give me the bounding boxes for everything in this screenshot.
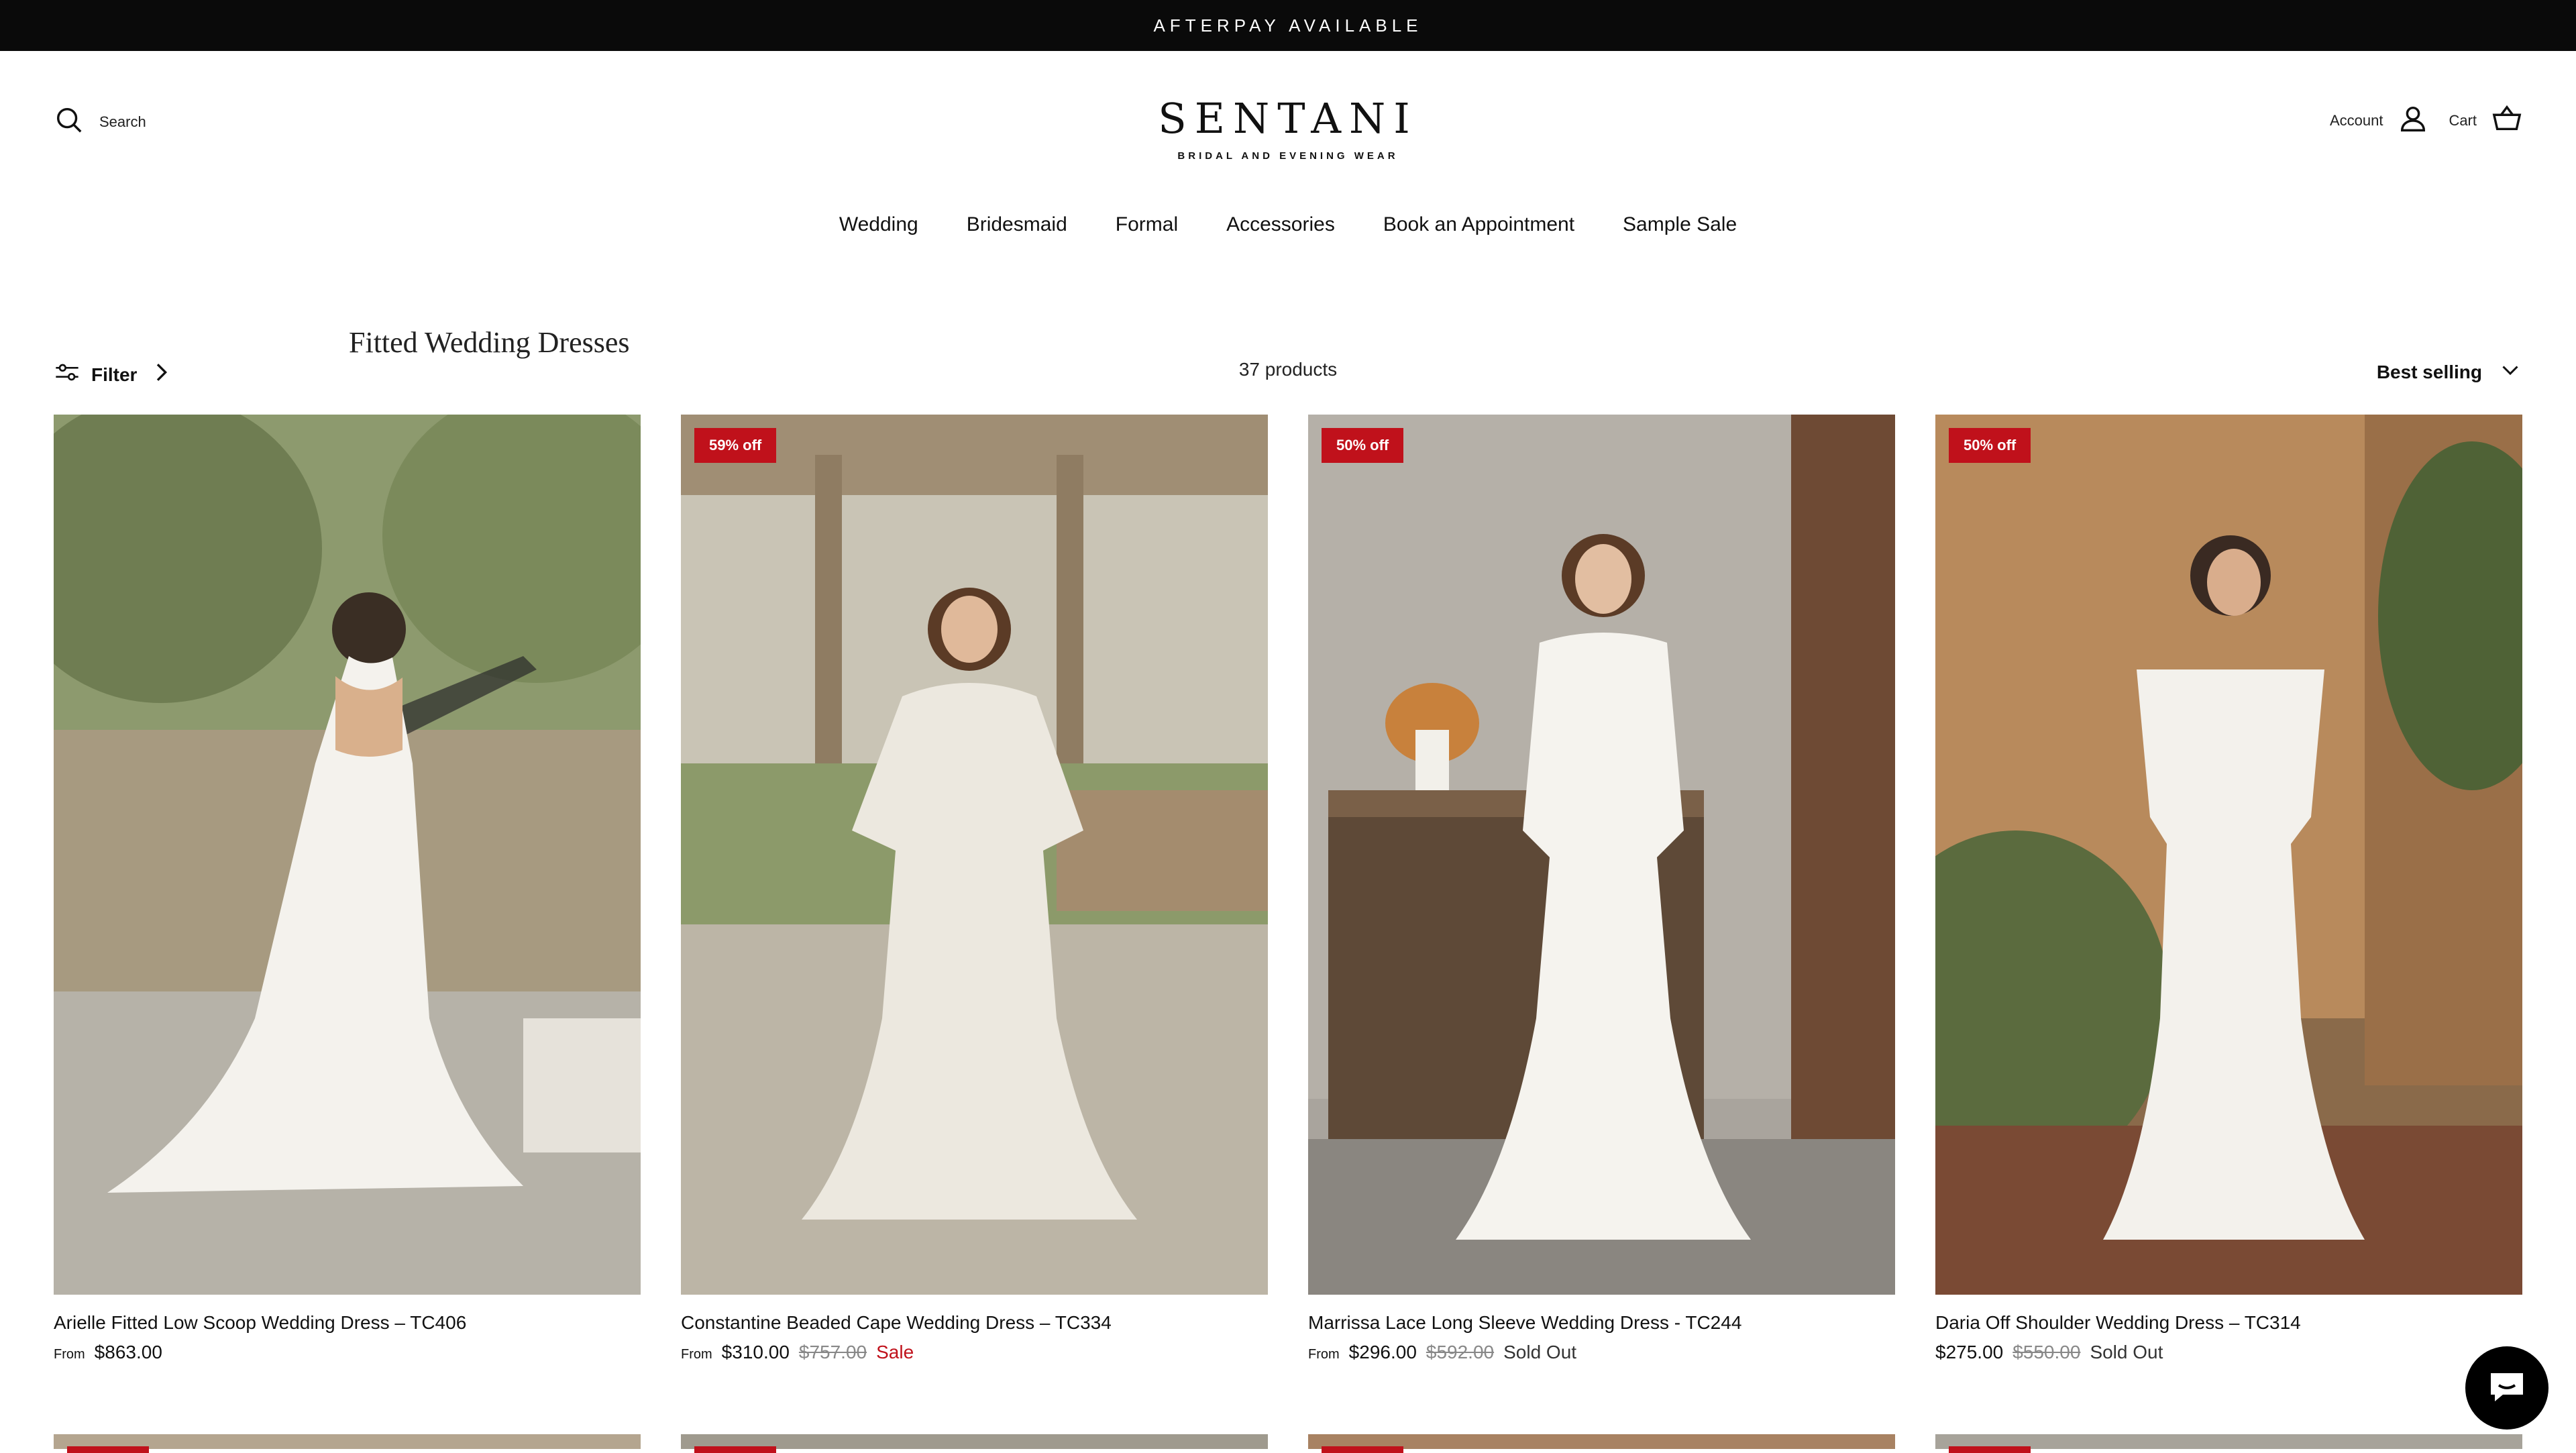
nav-bridesmaid[interactable]: Bridesmaid [967,213,1067,236]
product-photo-arielle [54,415,641,1295]
product-grid: Arielle Fitted Low Scoop Wedding Dress –… [54,415,2522,1363]
chevron-down-icon [2498,358,2522,386]
nav-wedding[interactable]: Wedding [839,213,918,236]
price-compare: $550.00 [2012,1342,2081,1362]
sold-out-label: Sold Out [1503,1342,1577,1362]
main-nav: Wedding Bridesmaid Formal Accessories Bo… [0,213,2576,236]
discount-badge [67,1446,149,1453]
price-from: From [681,1347,712,1362]
sale-label: Sale [876,1342,914,1362]
product-card[interactable]: Arielle Fitted Low Scoop Wedding Dress –… [54,415,641,1363]
nav-formal[interactable]: Formal [1116,213,1178,236]
discount-badge [694,1446,776,1453]
product-name[interactable]: Constantine Beaded Cape Wedding Dress – … [681,1312,1268,1334]
price-compare: $592.00 [1426,1342,1495,1362]
logo-tagline: BRIDAL AND EVENING WEAR [1177,150,1399,162]
product-price: $275.00 $550.00 Sold Out [1935,1342,2522,1363]
price-from: From [1308,1347,1340,1362]
discount-badge [1949,1446,2031,1453]
product-price: From $310.00 $757.00 Sale [681,1342,1268,1363]
discount-badge: 50% off [1322,428,1404,463]
cart-link[interactable]: Cart [2449,103,2522,138]
site-header: Search SENTANI BRIDAL AND EVENING WEAR A… [0,51,2576,192]
sort-label: Best selling [2376,361,2482,382]
nav-accessories[interactable]: Accessories [1226,213,1335,236]
product-photo-daria [1935,415,2522,1295]
page-title: Fitted Wedding Dresses [349,326,630,359]
product-photo-marrissa [1308,415,1895,1295]
product-name[interactable]: Daria Off Shoulder Wedding Dress – TC314 [1935,1312,2522,1334]
nav-book-appointment[interactable]: Book an Appointment [1383,213,1574,236]
discount-badge: 59% off [694,428,777,463]
sold-out-label: Sold Out [2090,1342,2163,1362]
product-image[interactable]: 50% off [1935,415,2522,1295]
announcement-bar: AFTERPAY AVAILABLE [0,0,2576,51]
product-image[interactable] [54,415,641,1295]
product-price: From $863.00 [54,1342,641,1363]
account-link[interactable]: Account [2330,103,2429,138]
product-name[interactable]: Marrissa Lace Long Sleeve Wedding Dress … [1308,1312,1895,1334]
chat-icon [2485,1365,2528,1411]
price-current: $310.00 [721,1342,790,1362]
product-image[interactable] [1308,1434,1895,1453]
product-grid-next-row [54,1434,2522,1453]
header-actions: Account Cart [2330,103,2522,138]
announcement-text: AFTERPAY AVAILABLE [1153,15,1423,36]
logo[interactable]: SENTANI BRIDAL AND EVENING WEAR [0,98,2576,162]
price-current: $296.00 [1348,1342,1417,1362]
product-name[interactable]: Arielle Fitted Low Scoop Wedding Dress –… [54,1312,641,1334]
price-from: From [54,1347,85,1362]
price-current: $275.00 [1935,1342,2004,1362]
logo-name: SENTANI [1158,94,1418,143]
product-photo-constantine [681,415,1268,1295]
product-image[interactable] [681,1434,1268,1453]
product-image[interactable]: 59% off [681,415,1268,1295]
product-image[interactable] [1935,1434,2522,1453]
product-price: From $296.00 $592.00 Sold Out [1308,1342,1895,1363]
collection-toolbar: Filter Fitted Wedding Dresses 37 product… [0,325,2576,419]
discount-badge [1322,1446,1403,1453]
product-card[interactable]: 50% off Daria Off Shoulder Wedding Dress… [1935,415,2522,1363]
price-compare: $757.00 [798,1342,867,1362]
product-image[interactable] [54,1434,641,1453]
chat-button[interactable] [2465,1346,2548,1430]
nav-sample-sale[interactable]: Sample Sale [1623,213,1737,236]
product-card[interactable]: 50% off Marrissa Lace Long Sleeve Weddin… [1308,415,1895,1363]
product-card[interactable]: 59% off Constantine Beaded Cape Wedding … [681,415,1268,1363]
cart-icon [2491,103,2522,138]
product-count: 37 products [1238,359,1338,380]
account-icon [2398,103,2428,138]
account-label: Account [2329,112,2383,129]
price-current: $863.00 [94,1342,162,1362]
cart-label: Cart [2449,112,2477,129]
product-image[interactable]: 50% off [1308,415,1895,1295]
discount-badge: 50% off [1949,428,2031,463]
sort-select[interactable]: Best selling [2377,358,2522,386]
